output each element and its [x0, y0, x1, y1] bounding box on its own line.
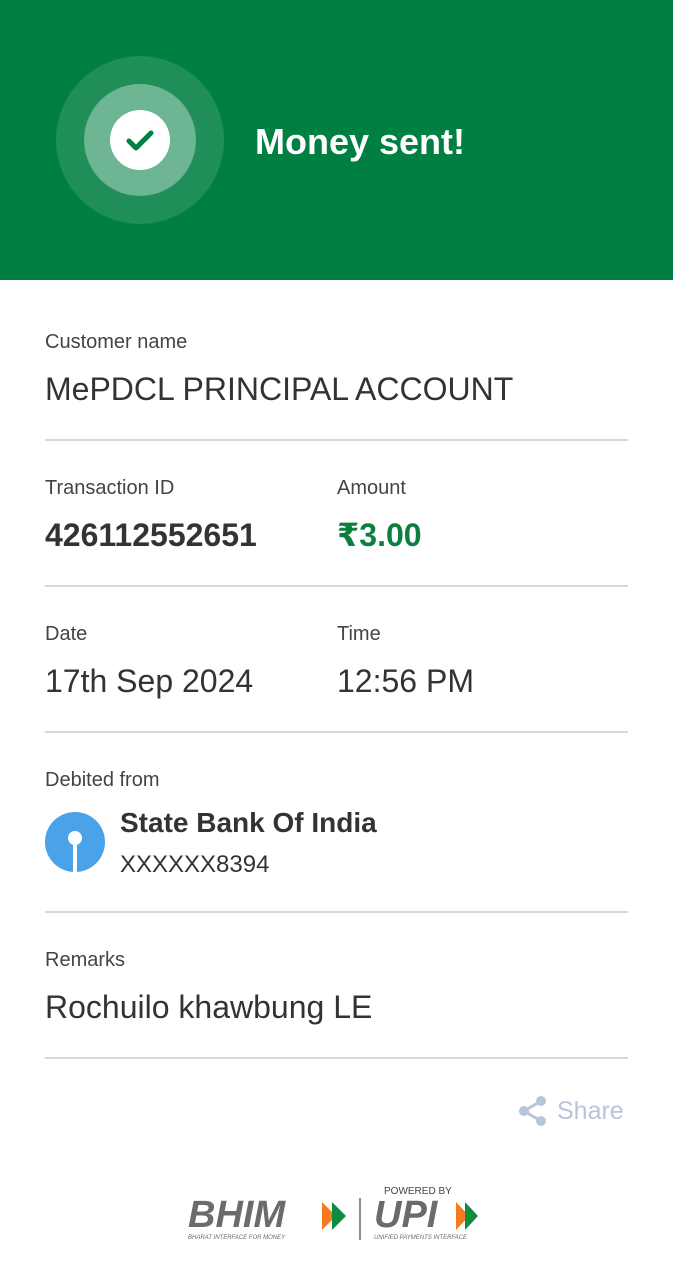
divider: [45, 585, 628, 587]
divider: [45, 439, 628, 441]
bank-account-number: XXXXXX8394: [120, 851, 270, 878]
remarks-label: Remarks: [45, 949, 126, 971]
check-icon: [110, 110, 170, 170]
date-value: 17th Sep 2024: [45, 663, 254, 699]
amount-label: Amount: [337, 477, 406, 499]
share-button[interactable]: Share: [517, 1093, 624, 1129]
time-value: 12:56 PM: [337, 663, 474, 699]
customer-name-label: Customer name: [45, 331, 188, 353]
time-label: Time: [337, 623, 381, 645]
success-header: Money sent!: [0, 0, 673, 280]
bhim-tagline: BHARAT INTERFACE FOR MONEY: [188, 1235, 286, 1241]
transaction-id-label: Transaction ID: [45, 477, 175, 499]
divider: [45, 731, 628, 733]
date-label: Date: [45, 623, 88, 645]
remarks-value: Rochuilo khawbung LE: [45, 989, 373, 1025]
sbi-logo-icon: [45, 812, 105, 872]
amount-value: ₹3.00: [337, 517, 422, 553]
page-title: Money sent!: [255, 121, 466, 162]
upi-wordmark: UPI: [374, 1194, 439, 1236]
divider: [45, 911, 628, 913]
transaction-id-value: 426112552651: [45, 517, 257, 553]
customer-name-value: MePDCL PRINCIPAL ACCOUNT: [45, 371, 514, 407]
debited-from-label: Debited from: [45, 769, 160, 791]
bank-name: State Bank Of India: [120, 807, 377, 838]
divider: [45, 1057, 628, 1059]
upi-tagline: UNIFIED PAYMENTS INTERFACE: [374, 1235, 468, 1241]
bhim-upi-footer: BHIM BHARAT INTERFACE FOR MONEY POWERED …: [186, 1180, 488, 1242]
share-icon: [519, 1096, 546, 1126]
bhim-logo: BHIM BHARAT INTERFACE FOR MONEY: [188, 1194, 346, 1241]
upi-logo: POWERED BY UPI UNIFIED PAYMENTS INTERFAC…: [374, 1186, 478, 1241]
bhim-wordmark: BHIM: [188, 1194, 286, 1236]
share-label: Share: [557, 1096, 624, 1125]
